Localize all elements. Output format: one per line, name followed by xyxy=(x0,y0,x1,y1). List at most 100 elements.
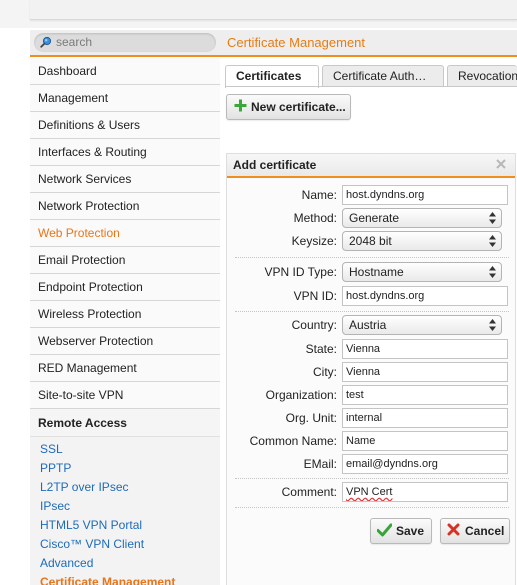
cancel-label: Cancel xyxy=(465,524,505,538)
save-button[interactable]: Save xyxy=(370,518,432,544)
common-name-row: Common Name: Name xyxy=(227,431,517,453)
new-certificate-label: New certificate... xyxy=(251,100,346,114)
x-icon xyxy=(447,523,460,536)
country-value: Austria xyxy=(349,318,387,332)
sidebar-subitem-certificate-management[interactable]: Certificate Management xyxy=(30,573,220,585)
page-title: Certificate Management xyxy=(227,35,366,50)
tab-bar: Certificates Certificate Auth… Revocatio… xyxy=(225,65,517,88)
organization-field[interactable]: test xyxy=(342,385,508,405)
city-field[interactable]: Vienna xyxy=(342,362,508,382)
sidebar-subitem-pptp[interactable]: PPTP xyxy=(30,459,220,478)
select-arrows-icon xyxy=(489,266,496,278)
state-label: State: xyxy=(305,342,337,356)
sidebar-item-network-services[interactable]: Network Services xyxy=(30,166,220,193)
search-icon xyxy=(40,36,52,48)
country-label: Country: xyxy=(291,318,337,332)
keysize-value: 2048 bit xyxy=(349,234,392,248)
sidebar-subitem-l2tp-over-ipsec[interactable]: L2TP over IPsec xyxy=(30,478,220,497)
state-field[interactable]: Vienna xyxy=(342,339,508,359)
comment-row: Comment: VPN Cert xyxy=(227,482,517,504)
organization-label: Organization: xyxy=(265,388,337,402)
separator xyxy=(235,311,509,312)
sidebar-item-red-management[interactable]: RED Management xyxy=(30,355,220,382)
sidebar-item-email-protection[interactable]: Email Protection xyxy=(30,247,220,274)
top-bar-inner xyxy=(30,0,517,20)
separator xyxy=(235,257,509,258)
separator xyxy=(235,507,509,508)
main-content: Certificates Certificate Auth… Revocatio… xyxy=(225,58,517,585)
email-label: EMail: xyxy=(303,457,337,471)
panel-header: Add certificate xyxy=(227,154,515,178)
keysize-row: Keysize: 2048 bit xyxy=(227,231,517,253)
comment-field[interactable]: VPN Cert xyxy=(342,482,508,502)
method-row: Method: Generate xyxy=(227,208,517,230)
cancel-button[interactable]: Cancel xyxy=(440,518,510,544)
keysize-select[interactable]: 2048 bit xyxy=(342,231,502,251)
search-input[interactable]: search xyxy=(34,33,216,52)
panel-title: Add certificate xyxy=(233,158,317,172)
tab-divider xyxy=(225,86,517,87)
method-select[interactable]: Generate xyxy=(342,208,502,228)
common-name-field[interactable]: Name xyxy=(342,431,508,451)
country-select[interactable]: Austria xyxy=(342,315,502,335)
check-icon xyxy=(377,523,392,537)
org-unit-field[interactable]: internal xyxy=(342,408,508,428)
sidebar-subitem-ssl[interactable]: SSL xyxy=(30,440,220,459)
sidebar-subitem-html5-vpn-portal[interactable]: HTML5 VPN Portal xyxy=(30,516,220,535)
method-value: Generate xyxy=(349,211,400,225)
plus-icon xyxy=(234,99,247,112)
vpn-id-type-row: VPN ID Type: Hostname xyxy=(227,262,517,284)
org-unit-label: Org. Unit: xyxy=(285,411,337,425)
sidebar-section-remote-access[interactable]: Remote Access xyxy=(30,409,220,437)
country-row: Country: Austria xyxy=(227,315,517,337)
add-certificate-panel: Add certificate Name: host.dyndns.org Me… xyxy=(226,153,516,585)
top-bar xyxy=(0,0,517,28)
name-field[interactable]: host.dyndns.org xyxy=(342,185,508,205)
comment-label: Comment: xyxy=(281,485,337,499)
sidebar-sub-list: SSL PPTP L2TP over IPsec IPsec HTML5 VPN… xyxy=(30,437,220,585)
vpn-id-field[interactable]: host.dyndns.org xyxy=(342,286,508,306)
city-row: City: Vienna xyxy=(227,362,517,384)
sidebar-subitem-ipsec[interactable]: IPsec xyxy=(30,497,220,516)
keysize-label: Keysize: xyxy=(291,234,337,248)
sidebar-item-interfaces-routing[interactable]: Interfaces & Routing xyxy=(30,139,220,166)
separator xyxy=(235,478,509,479)
vpn-id-type-value: Hostname xyxy=(349,265,404,279)
sidebar-item-network-protection[interactable]: Network Protection xyxy=(30,193,220,220)
name-label: Name: xyxy=(301,188,337,202)
vpn-id-type-label: VPN ID Type: xyxy=(264,265,337,279)
select-arrows-icon xyxy=(489,319,496,331)
sidebar-item-endpoint-protection[interactable]: Endpoint Protection xyxy=(30,274,220,301)
sidebar-item-site-to-site-vpn[interactable]: Site-to-site VPN xyxy=(30,382,220,409)
close-icon[interactable] xyxy=(495,158,507,170)
tab-revocation[interactable]: Revocation xyxy=(447,65,517,87)
sidebar-subitem-cisco-vpn-client[interactable]: Cisco™ VPN Client xyxy=(30,535,220,554)
organization-row: Organization: test xyxy=(227,385,517,407)
method-label: Method: xyxy=(293,211,337,225)
email-row: EMail: email@dyndns.org xyxy=(227,454,517,476)
sidebar-subitem-advanced[interactable]: Advanced xyxy=(30,554,220,573)
city-label: City: xyxy=(313,365,337,379)
search-placeholder: search xyxy=(56,35,93,49)
new-certificate-button[interactable]: New certificate... xyxy=(226,94,351,120)
sidebar-item-webserver-protection[interactable]: Webserver Protection xyxy=(30,328,220,355)
sidebar: Dashboard Management Definitions & Users… xyxy=(30,58,220,585)
sidebar-item-definitions-users[interactable]: Definitions & Users xyxy=(30,112,220,139)
email-field[interactable]: email@dyndns.org xyxy=(342,454,508,474)
state-row: State: Vienna xyxy=(227,339,517,361)
common-name-label: Common Name: xyxy=(249,434,337,448)
tab-certificate-authority[interactable]: Certificate Auth… xyxy=(322,65,444,87)
sidebar-item-wireless-protection[interactable]: Wireless Protection xyxy=(30,301,220,328)
name-row: Name: host.dyndns.org xyxy=(227,185,517,207)
select-arrows-icon xyxy=(489,212,496,224)
header: search Certificate Management xyxy=(30,30,517,57)
sidebar-item-management[interactable]: Management xyxy=(30,85,220,112)
sidebar-item-dashboard[interactable]: Dashboard xyxy=(30,58,220,85)
save-label: Save xyxy=(396,524,425,538)
vpn-id-row: VPN ID: host.dyndns.org xyxy=(227,286,517,308)
tab-certificates[interactable]: Certificates xyxy=(225,65,319,88)
select-arrows-icon xyxy=(489,235,496,247)
vpn-id-type-select[interactable]: Hostname xyxy=(342,262,502,282)
vpn-id-label: VPN ID: xyxy=(293,289,337,303)
sidebar-item-web-protection[interactable]: Web Protection xyxy=(30,220,220,247)
